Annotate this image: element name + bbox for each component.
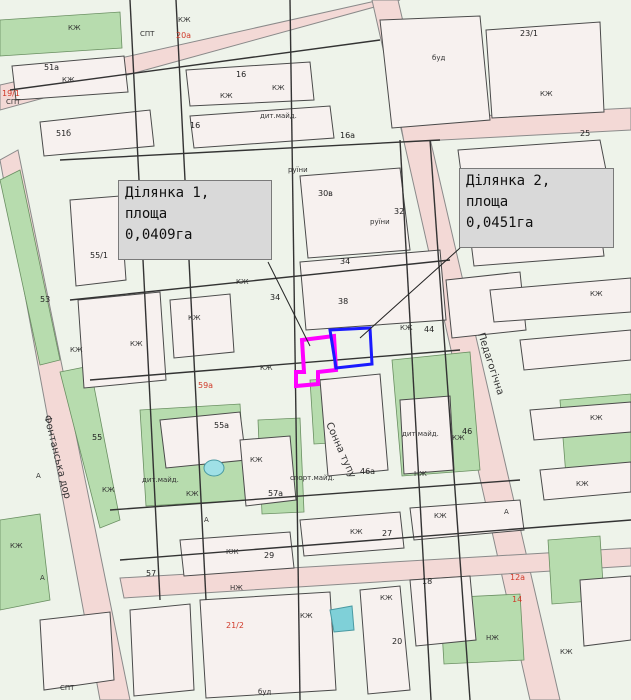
- label-kzh: КЖ: [350, 528, 363, 536]
- label-51a: 51а: [44, 63, 59, 72]
- label-21-2: 21/2: [226, 621, 244, 630]
- label-a: А: [204, 516, 209, 524]
- label-55-1: 55/1: [90, 251, 108, 260]
- label-14: 14: [512, 595, 522, 604]
- label-19-1: 19/1: [2, 89, 20, 98]
- building: [129, 603, 195, 697]
- plot-2-area-value: 0,0451га: [466, 215, 534, 231]
- label-spt-2: СПТ: [6, 98, 21, 106]
- label-46a: 46а: [360, 467, 375, 476]
- label-20a: 20а: [176, 31, 191, 40]
- label-a: А: [504, 508, 509, 516]
- label-25: 25: [580, 129, 590, 138]
- label-kzh: КЖ: [130, 340, 143, 348]
- building: [159, 411, 247, 469]
- label-kzh: КЖ: [560, 648, 573, 656]
- label-a: А: [36, 472, 41, 480]
- label-kzh: КЖ: [590, 290, 603, 298]
- label-kzh: КЖ: [250, 456, 263, 464]
- label-bud: буд: [432, 54, 445, 62]
- label-spt-3: СПТ: [60, 684, 75, 692]
- label-kzh: КЖ: [70, 346, 83, 354]
- building: [379, 15, 491, 129]
- label-spt: СПТ: [140, 30, 155, 38]
- label-dyt-maid-2: дит.майд.: [142, 476, 179, 484]
- label-kzh: КЖ: [452, 434, 465, 442]
- building: [39, 611, 115, 691]
- label-34: 34: [340, 257, 350, 266]
- label-32: 32: [394, 207, 404, 216]
- label-nzh: НЖ: [414, 470, 427, 478]
- label-55: 55: [92, 433, 102, 442]
- water-area: [329, 605, 355, 633]
- plot-1-area-value: 0,0409га: [125, 227, 193, 243]
- plot-1-callout: Ділянка 1, площа 0,0409га: [118, 180, 272, 260]
- label-kzh: КЖ: [220, 92, 233, 100]
- label-nzh: НЖ: [230, 584, 243, 592]
- label-bud-bottom: буд: [258, 688, 271, 696]
- label-kzh: КЖ: [10, 542, 23, 550]
- plot-1-area-label: площа: [125, 206, 168, 222]
- label-kzh: КЖ: [272, 84, 285, 92]
- label-38: 38: [338, 297, 348, 306]
- label-30v: 30в: [318, 189, 333, 198]
- label-kzh: КЖ: [226, 548, 239, 556]
- label-44: 44: [424, 325, 434, 334]
- building: [409, 575, 477, 647]
- label-kzh: КЖ: [62, 76, 75, 84]
- label-kzh: КЖ: [300, 612, 313, 620]
- building: [199, 591, 337, 699]
- building: [579, 575, 631, 647]
- label-kzh: КЖ: [576, 480, 589, 488]
- map-canvas: 51а 51б 53 55/1 55 55а 57а 57 59а 16 16 …: [0, 0, 631, 700]
- label-dyt-maid: дит.майд.: [260, 112, 297, 120]
- label-16-top: 16: [236, 70, 246, 79]
- plot-2-title: Ділянка 2,: [466, 173, 551, 189]
- plot-2-callout: Ділянка 2, площа 0,0451га: [459, 168, 614, 248]
- label-57a: 57а: [268, 489, 283, 498]
- plot-2-area-label: площа: [466, 194, 509, 210]
- label-kzh: КЖ: [380, 594, 393, 602]
- label-kzh: КЖ: [434, 512, 447, 520]
- building: [185, 61, 315, 107]
- label-18: 18: [422, 577, 432, 586]
- label-dyt-maid-3: дит.майд.: [402, 430, 439, 438]
- water-pond: [203, 459, 225, 477]
- label-51b: 51б: [56, 129, 71, 138]
- label-kzh: КЖ: [400, 324, 413, 332]
- label-57: 57: [146, 569, 156, 578]
- label-kzh: КЖ: [236, 278, 249, 286]
- label-20: 20: [392, 637, 402, 646]
- label-16a: 16а: [340, 131, 355, 140]
- label-kzh: КЖ: [68, 24, 81, 32]
- label-34-b: 34: [270, 293, 280, 302]
- label-kzh: КЖ: [590, 414, 603, 422]
- label-nzh: НЖ: [486, 634, 499, 642]
- label-23-1: 23/1: [520, 29, 538, 38]
- label-ruyin-2: руїни: [370, 218, 390, 226]
- label-kzh: КЖ: [102, 486, 115, 494]
- label-29: 29: [264, 551, 274, 560]
- label-59a: 59а: [198, 381, 213, 390]
- map[interactable]: 51а 51б 53 55/1 55 55а 57а 57 59а 16 16 …: [0, 0, 631, 700]
- label-53: 53: [40, 295, 50, 304]
- label-12a: 12а: [510, 573, 525, 582]
- label-27: 27: [382, 529, 392, 538]
- label-sport-maid: спорт.майд.: [290, 474, 335, 482]
- building: [77, 291, 167, 389]
- label-kzh: КЖ: [188, 314, 201, 322]
- label-a: А: [40, 574, 45, 582]
- building: [485, 21, 605, 119]
- label-kzh: КЖ: [260, 364, 273, 372]
- label-kzh: КЖ: [540, 90, 553, 98]
- label-16: 16: [190, 121, 200, 130]
- building: [169, 293, 235, 359]
- label-ruyin: руїни: [288, 166, 308, 174]
- building: [299, 249, 447, 331]
- green-area: [0, 11, 123, 57]
- label-kzh: КЖ: [178, 16, 191, 24]
- label-kzh: КЖ: [186, 490, 199, 498]
- label-55a: 55а: [214, 421, 229, 430]
- plot-1-title: Ділянка 1,: [125, 185, 210, 201]
